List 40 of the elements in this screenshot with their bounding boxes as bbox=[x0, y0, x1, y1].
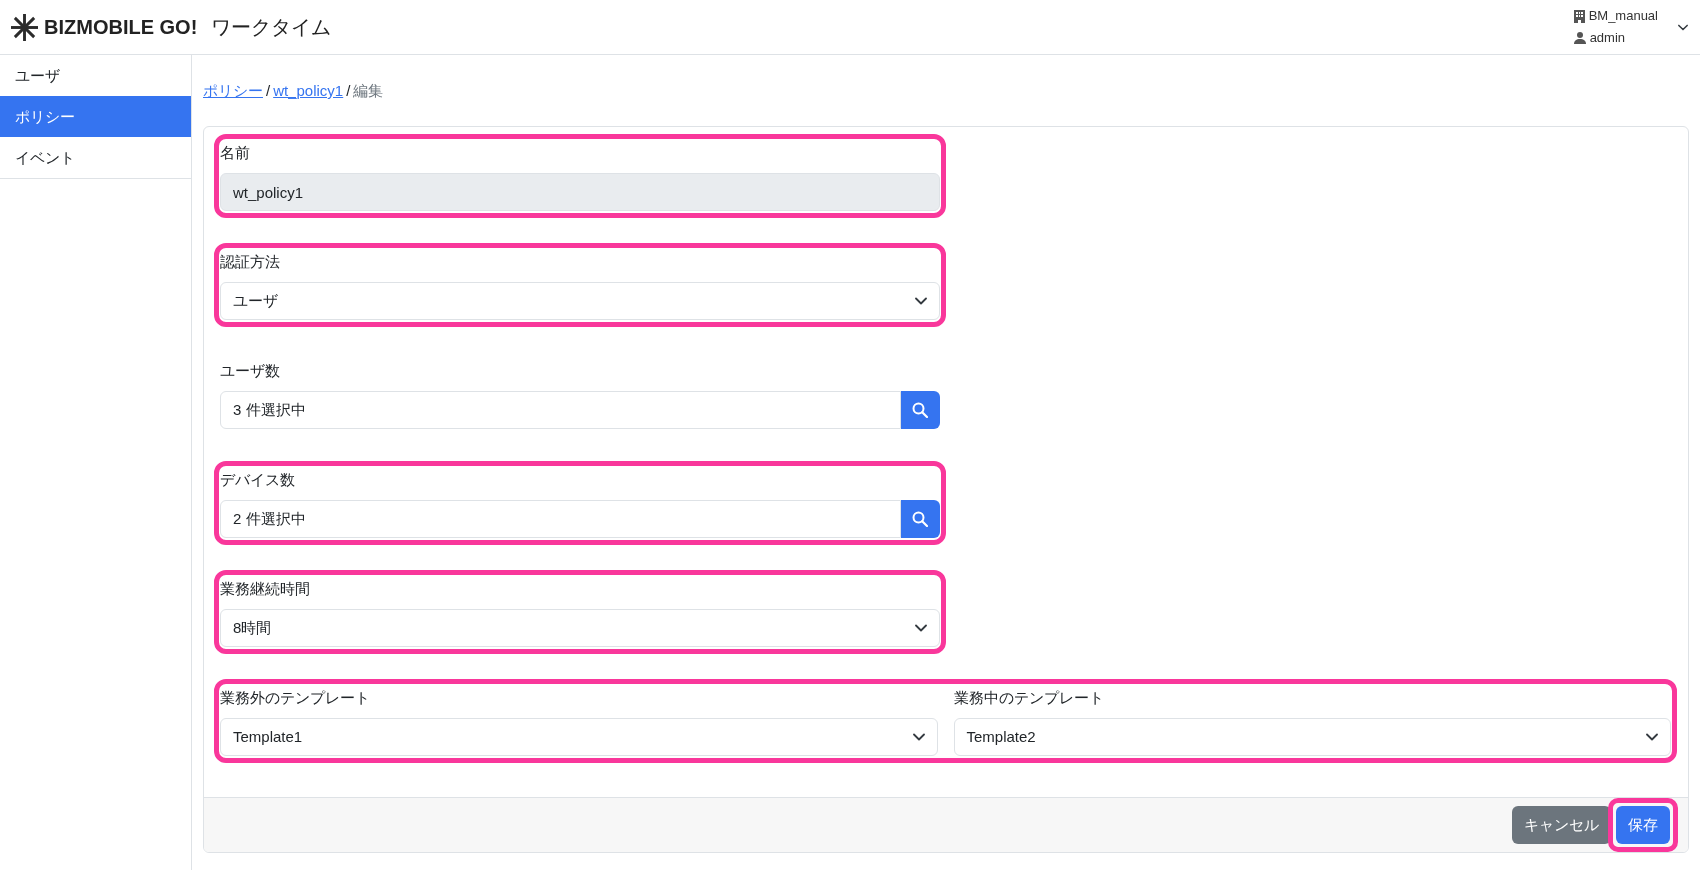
dropdown[interactable]: Template2 bbox=[953, 718, 1671, 756]
building-icon bbox=[1573, 9, 1585, 23]
dropdown[interactable]: ユーザ bbox=[220, 282, 940, 320]
field-label: デバイス数 bbox=[220, 470, 296, 490]
save-button[interactable]: 保存 bbox=[1616, 806, 1670, 844]
text-field[interactable]: 3 件選択中 bbox=[220, 391, 901, 429]
user-name: admin bbox=[1589, 29, 1626, 47]
field-label: ユーザ数 bbox=[220, 361, 281, 381]
field-label: 業務継続時間 bbox=[220, 579, 311, 599]
breadcrumb-link[interactable]: wt_policy1 bbox=[273, 82, 344, 99]
text-field[interactable]: 2 件選択中 bbox=[220, 500, 901, 538]
search-button[interactable] bbox=[900, 500, 940, 538]
field-label: 認証方法 bbox=[220, 252, 281, 272]
sidebar-item[interactable]: ポリシー bbox=[0, 96, 191, 137]
search-icon bbox=[912, 402, 929, 418]
chevron-down-icon bbox=[914, 624, 927, 632]
dropdown[interactable]: Template1 bbox=[220, 718, 938, 756]
logo-icon bbox=[11, 13, 38, 41]
chevron-down-icon bbox=[914, 297, 927, 305]
app-name: ワークタイム bbox=[211, 15, 332, 40]
sidebar-item[interactable]: ユーザ bbox=[0, 55, 191, 96]
search-icon bbox=[912, 511, 929, 527]
person-icon bbox=[1573, 32, 1586, 44]
field-label: 業務中のテンプレート bbox=[953, 688, 1105, 708]
field-label: 業務外のテンプレート bbox=[220, 688, 371, 708]
chevron-down-icon bbox=[1646, 733, 1658, 741]
breadcrumb-current: 編集 bbox=[353, 82, 384, 99]
text-field[interactable]: wt_policy1 bbox=[220, 173, 940, 211]
brand-name: BIZMOBILE GO! bbox=[44, 15, 198, 40]
cancel-button[interactable]: キャンセル bbox=[1512, 806, 1611, 844]
dropdown[interactable]: 8時間 bbox=[220, 609, 940, 647]
chevron-down-icon bbox=[912, 733, 925, 741]
search-button[interactable] bbox=[900, 391, 940, 429]
sidebar-item[interactable]: イベント bbox=[0, 137, 191, 178]
field-label: 名前 bbox=[220, 143, 251, 163]
breadcrumb-separator: / bbox=[266, 82, 271, 99]
breadcrumb-separator: / bbox=[346, 82, 351, 99]
breadcrumb-link[interactable]: ポリシー bbox=[203, 82, 263, 99]
tenant-name: BM_manual bbox=[1588, 7, 1658, 25]
chevron-down-icon[interactable] bbox=[1678, 23, 1688, 31]
